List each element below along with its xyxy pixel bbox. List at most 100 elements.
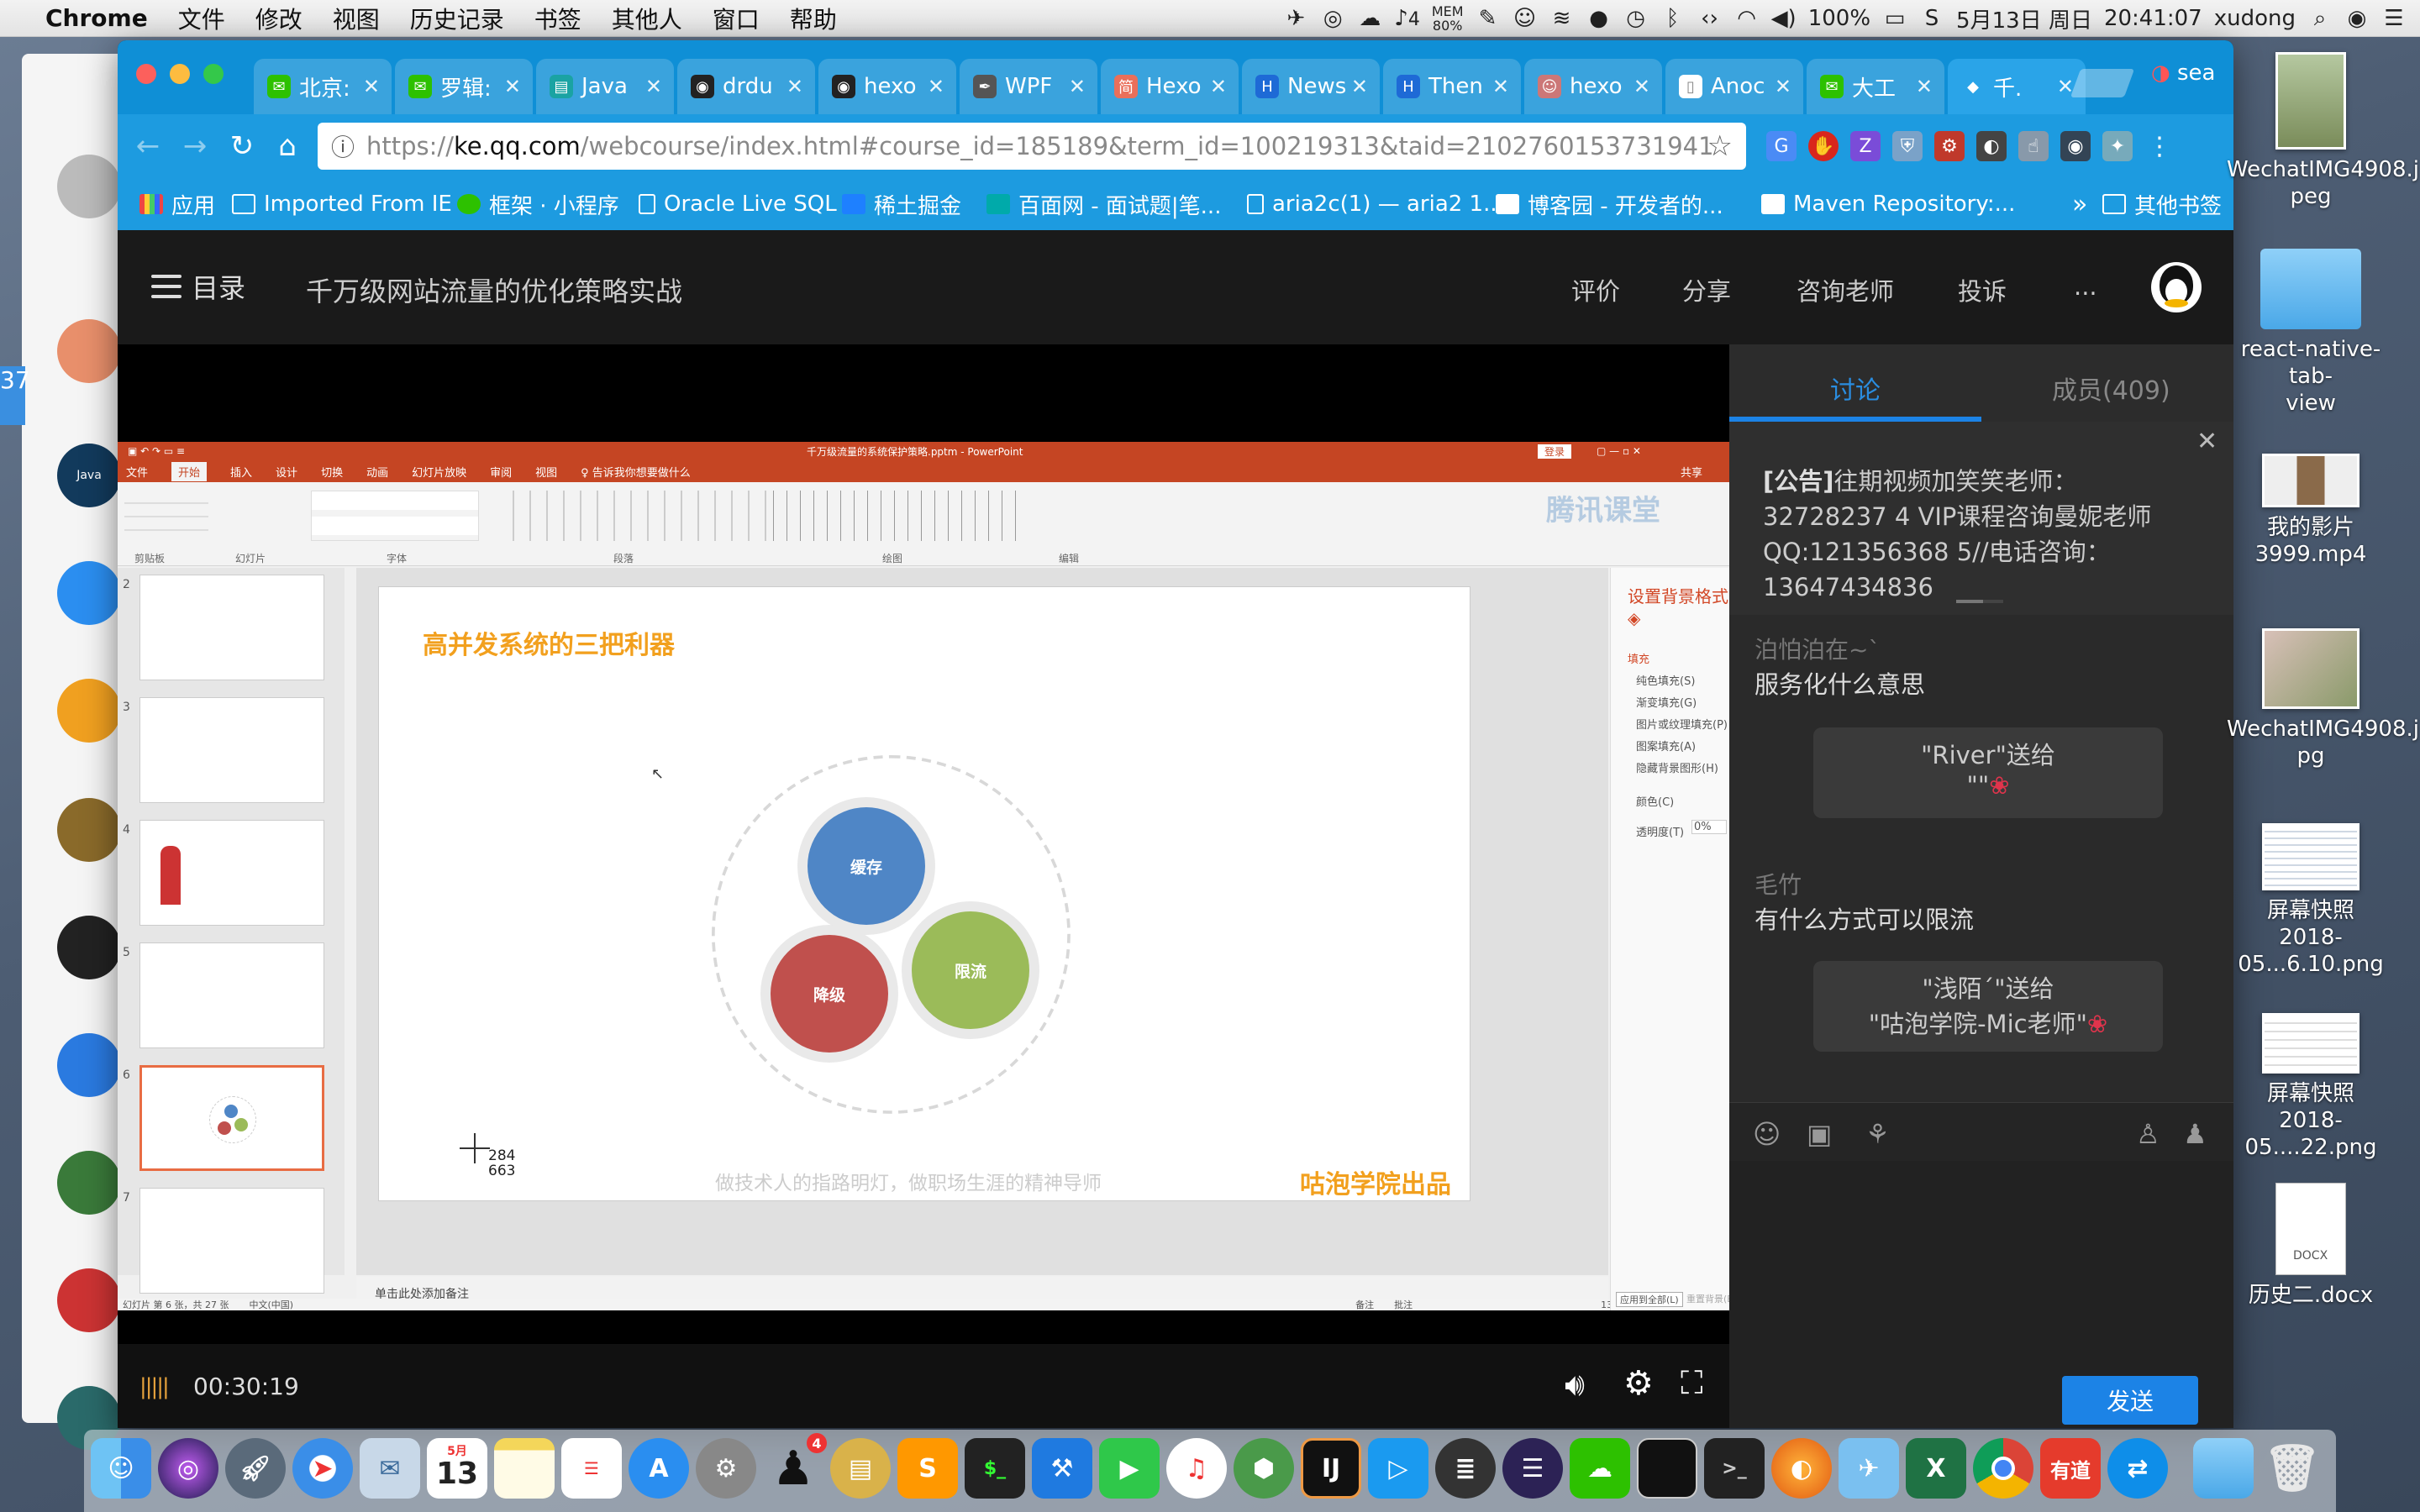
menubar-date[interactable]: 5月13日 周日 — [1956, 3, 2092, 34]
contact-avatar[interactable] — [57, 916, 121, 979]
close-tab-icon[interactable]: ✕ — [504, 75, 521, 98]
menu-view[interactable]: 视图 — [318, 2, 395, 35]
sequel-pro-icon[interactable]: ▤ — [830, 1438, 891, 1499]
desktop-file[interactable]: 屏幕快照 2018-05...6.10.png — [2227, 823, 2395, 978]
contact-avatar[interactable] — [57, 1268, 121, 1332]
eye-extension-icon[interactable]: ◉ — [2060, 131, 2091, 161]
browser-tab[interactable]: ◉ drdu ✕ — [677, 59, 815, 114]
contact-avatar[interactable] — [57, 155, 121, 218]
bookmark-juejin[interactable]: 稀土掘金 — [842, 178, 961, 230]
volume-icon[interactable]: ◀) — [1771, 6, 1797, 31]
browser-tab[interactable]: ☺ hexo ✕ — [1524, 59, 1662, 114]
sublime-tray-icon[interactable]: S — [1919, 6, 1944, 31]
browser-tab[interactable]: H Then ✕ — [1383, 59, 1521, 114]
menu-people[interactable]: 其他人 — [597, 2, 697, 35]
desktop-file[interactable]: WechatIMG4908.j peg — [2227, 52, 2419, 210]
close-tab-icon[interactable]: ✕ — [1634, 75, 1650, 98]
browser-tab[interactable]: ✉ 罗辑: ✕ — [395, 59, 533, 114]
tab-members[interactable]: 成员(409) — [2052, 370, 2170, 407]
browser-tab[interactable]: ✉ 北京: ✕ — [254, 59, 392, 114]
trash-icon[interactable]: 🗑︎ — [2262, 1438, 2323, 1499]
wechat-tray-icon[interactable]: ☁ — [1357, 6, 1382, 31]
teamviewer-icon[interactable]: ⇄ — [2107, 1438, 2168, 1499]
close-tab-icon[interactable]: ✕ — [786, 75, 803, 98]
skull-icon[interactable]: ☺ — [1512, 6, 1538, 31]
desktop-file[interactable]: DOCX 历史二.docx — [2227, 1183, 2395, 1309]
maximize-window-button[interactable] — [203, 64, 224, 84]
close-tab-icon[interactable]: ✕ — [928, 75, 944, 98]
menu-edit[interactable]: 修改 — [240, 2, 318, 35]
settings-gear-icon[interactable]: ⚙ — [1623, 1364, 1654, 1403]
system-preferences-icon[interactable]: ⚙ — [696, 1438, 756, 1499]
mail-icon[interactable]: ✉ — [360, 1438, 420, 1499]
close-tab-icon[interactable]: ✕ — [1351, 75, 1368, 98]
bookmark-cnblogs[interactable]: 博客园 - 开发者的... — [1496, 178, 1723, 230]
translate-extension-icon[interactable]: G — [1766, 131, 1797, 161]
contact-avatar[interactable] — [57, 1151, 121, 1215]
menu-window[interactable]: 窗口 — [697, 2, 775, 35]
share-link[interactable]: 分享 — [1682, 272, 1731, 307]
bookmark-maven[interactable]: Maven Repository:... — [1761, 178, 2015, 230]
review-link[interactable]: 评价 — [1571, 272, 1620, 307]
wifi-icon[interactable]: ◠ — [1734, 6, 1760, 31]
flower-icon[interactable]: ⚘ — [1865, 1118, 1890, 1150]
eclipse-icon[interactable]: ☰ — [1502, 1438, 1563, 1499]
chrome-icon[interactable] — [1973, 1438, 2033, 1499]
close-tab-icon[interactable]: ✕ — [1492, 75, 1509, 98]
sublime-text-icon[interactable]: S — [897, 1438, 958, 1499]
bookmarks-overflow-button[interactable]: » — [2072, 178, 2087, 230]
safari-icon[interactable]: ➤ — [292, 1438, 353, 1499]
bluetooth-icon[interactable]: ᛒ — [1660, 6, 1686, 31]
browser-tab[interactable]: 简 Hexo ✕ — [1101, 59, 1239, 114]
finder-icon[interactable]: ☺ — [91, 1438, 151, 1499]
time-machine-icon[interactable]: ◷ — [1623, 6, 1649, 31]
calendar-icon[interactable]: 5月 13 — [427, 1438, 487, 1499]
contact-avatar[interactable] — [57, 679, 121, 743]
z-extension-icon[interactable]: Z — [1850, 131, 1881, 161]
avatar[interactable] — [2151, 262, 2202, 312]
volume-button[interactable]: 🔊︎ — [1565, 1366, 1585, 1404]
browser-tab[interactable]: ▯ Anoc ✕ — [1665, 59, 1803, 114]
image-icon[interactable]: ▣ — [1807, 1118, 1832, 1150]
memory-monitor[interactable]: MEM 80% — [1432, 4, 1464, 33]
forward-button[interactable]: → — [173, 124, 217, 168]
catalog-menu-button[interactable]: 目录 — [151, 267, 245, 306]
bookmark-star-icon[interactable]: ☆ — [1707, 129, 1733, 163]
desktop-file[interactable]: 我的影片 3999.mp4 — [2227, 454, 2395, 568]
more-link[interactable]: ... — [2074, 272, 2097, 301]
itunes-icon[interactable]: ♫ — [1166, 1438, 1227, 1499]
adblock-extension-icon[interactable]: ✋ — [1808, 131, 1839, 161]
new-tab-button[interactable] — [2070, 69, 2135, 97]
other-bookmarks-folder[interactable]: 其他书签 — [2102, 178, 2222, 230]
code-icon[interactable]: ‹› — [1697, 6, 1723, 31]
notification-center-icon[interactable]: ☰ — [2381, 6, 2407, 31]
menu-help[interactable]: 帮助 — [775, 2, 852, 35]
reminders-icon[interactable]: ☰ — [561, 1438, 622, 1499]
bookmark-aria2c[interactable]: aria2c(1) — aria2 1.... — [1247, 178, 1511, 230]
shield-extension-icon[interactable]: ⛨ — [1892, 131, 1923, 161]
wind-icon[interactable]: ≋ — [1549, 6, 1575, 31]
menu-file[interactable]: 文件 — [163, 2, 240, 35]
firefox-icon[interactable]: ◐ — [1771, 1438, 1832, 1499]
close-tab-icon[interactable]: ✕ — [1069, 75, 1086, 98]
search-assist-icon[interactable]: ◎ — [1320, 6, 1345, 31]
info-icon[interactable]: ⓘ — [331, 129, 355, 163]
close-tab-icon[interactable]: ✕ — [1775, 75, 1791, 98]
terminal-icon[interactable]: $_ — [965, 1438, 1025, 1499]
user-icon[interactable]: ♟ — [2183, 1118, 2207, 1150]
wechat-icon[interactable]: ☁ — [1570, 1438, 1630, 1499]
send-button[interactable]: 发送 — [2062, 1376, 2198, 1425]
gear-extension-icon[interactable]: ⚙ — [1934, 131, 1965, 161]
battery-percent[interactable]: 100% — [1808, 6, 1870, 31]
desktop-file[interactable]: 屏幕快照 2018-05....22.png — [2227, 1013, 2395, 1161]
chat-input[interactable]: 发送 — [1729, 1161, 2233, 1428]
launchpad-icon[interactable]: 🚀︎ — [225, 1438, 286, 1499]
maildrop-icon[interactable]: ✈ — [1839, 1438, 1899, 1499]
bookmark-apps[interactable]: 应用 — [139, 178, 215, 230]
facetime-icon[interactable]: ▶ — [1099, 1438, 1160, 1499]
complaint-link[interactable]: 投诉 — [1958, 272, 2007, 307]
bird-icon[interactable]: ✈ — [1283, 6, 1308, 31]
contact-avatar[interactable] — [57, 1033, 121, 1097]
gitkraken-icon[interactable]: ≣ — [1435, 1438, 1496, 1499]
tab-discussion[interactable]: 讨论 — [1830, 370, 1881, 407]
